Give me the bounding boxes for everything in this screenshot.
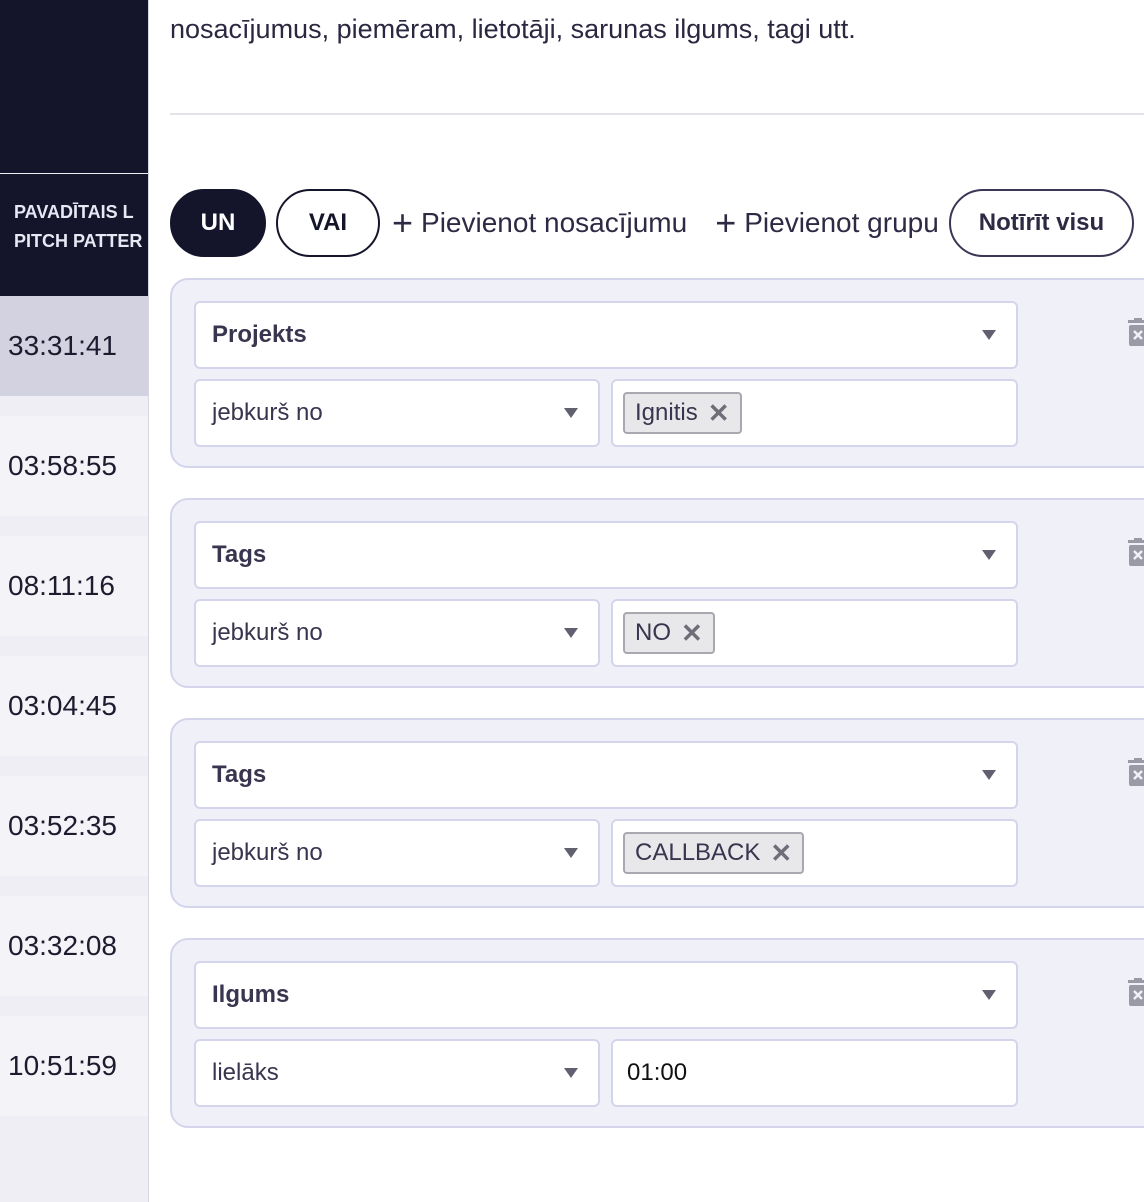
field-select-value: Projekts bbox=[212, 321, 307, 348]
table-row: 03:04:45 bbox=[0, 656, 148, 756]
table-row: 33:31:41 bbox=[0, 296, 148, 396]
chevron-down-icon bbox=[564, 1068, 578, 1078]
operator-select-value: lielāks bbox=[212, 1059, 279, 1086]
table-row: 03:32:08 bbox=[0, 896, 148, 996]
condition-group: Tags jebkurš no CALLBACK ✕ bbox=[170, 718, 1144, 908]
condition-group: Tags jebkurš no NO ✕ bbox=[170, 498, 1144, 688]
chevron-down-icon bbox=[564, 848, 578, 858]
filter-toolbar: UN VAI + Pievienot nosacījumu + Pievieno… bbox=[170, 189, 1135, 257]
column-header: PAVADĪTAIS L PITCH PATTER bbox=[0, 174, 148, 296]
clear-all-button[interactable]: Notīrīt visu bbox=[948, 189, 1135, 257]
trash-icon[interactable] bbox=[1127, 318, 1144, 346]
time-rows: 33:31:41 03:58:55 08:11:16 03:04:45 03:5… bbox=[0, 296, 148, 1136]
field-select-value: Tags bbox=[212, 761, 267, 788]
table-row: 03:52:35 bbox=[0, 776, 148, 876]
field-select[interactable]: Projekts bbox=[194, 301, 1018, 369]
operator-select[interactable]: jebkurš no bbox=[194, 599, 600, 667]
tag-label: Ignitis bbox=[635, 399, 698, 426]
column-header-line2: PITCH PATTER bbox=[14, 231, 143, 251]
add-condition-button[interactable]: + Pievienot nosacījumu bbox=[392, 205, 687, 241]
column-header-line1: PAVADĪTAIS L bbox=[14, 202, 134, 222]
operator-select-value: jebkurš no bbox=[212, 839, 323, 866]
chevron-down-icon bbox=[564, 628, 578, 638]
field-select[interactable]: Tags bbox=[194, 521, 1018, 589]
trash-icon[interactable] bbox=[1127, 538, 1144, 566]
selected-tag-chip: NO ✕ bbox=[623, 612, 715, 654]
selected-tag-chip: Ignitis ✕ bbox=[623, 392, 742, 434]
add-condition-label: Pievienot nosacījumu bbox=[421, 207, 688, 238]
tag-label: NO bbox=[635, 619, 671, 646]
chevron-down-icon bbox=[564, 408, 578, 418]
chevron-down-icon bbox=[982, 770, 996, 780]
table-row: 03:58:55 bbox=[0, 416, 148, 516]
panel-description: nosacījumus, piemēram, lietotāji, saruna… bbox=[170, 14, 856, 44]
plus-icon: + bbox=[715, 202, 737, 243]
field-select[interactable]: Tags bbox=[194, 741, 1018, 809]
tag-label: CALLBACK bbox=[635, 839, 761, 866]
table-row: 08:11:16 bbox=[0, 536, 148, 636]
trash-icon[interactable] bbox=[1127, 978, 1144, 1006]
or-toggle-button[interactable]: VAI bbox=[276, 189, 380, 257]
value-multiselect[interactable]: Ignitis ✕ bbox=[611, 379, 1018, 447]
duration-input[interactable]: 01:00 bbox=[611, 1039, 1018, 1107]
operator-select[interactable]: jebkurš no bbox=[194, 379, 600, 447]
operator-select[interactable]: jebkurš no bbox=[194, 819, 600, 887]
divider bbox=[170, 113, 1144, 115]
background-table-column: PAVADĪTAIS L PITCH PATTER 33:31:41 03:58… bbox=[0, 0, 149, 1202]
operator-select[interactable]: lielāks bbox=[194, 1039, 600, 1107]
add-group-label: Pievienot grupu bbox=[744, 207, 939, 238]
add-group-button[interactable]: + Pievienot grupu bbox=[715, 205, 939, 241]
condition-group: Ilgums lielāks 01:00 bbox=[170, 938, 1144, 1128]
trash-icon[interactable] bbox=[1127, 758, 1144, 786]
value-multiselect[interactable]: NO ✕ bbox=[611, 599, 1018, 667]
close-icon[interactable]: ✕ bbox=[770, 838, 792, 869]
selected-tag-chip: CALLBACK ✕ bbox=[623, 832, 805, 874]
condition-group: Projekts jebkurš no Ignitis ✕ bbox=[170, 278, 1144, 468]
close-icon[interactable]: ✕ bbox=[681, 618, 703, 649]
background-header-area bbox=[0, 0, 148, 173]
duration-input-value: 01:00 bbox=[627, 1059, 688, 1086]
field-select-value: Ilgums bbox=[212, 981, 290, 1008]
chevron-down-icon bbox=[982, 550, 996, 560]
table-row: 10:51:59 bbox=[0, 1016, 148, 1116]
field-select[interactable]: Ilgums bbox=[194, 961, 1018, 1029]
operator-select-value: jebkurš no bbox=[212, 399, 323, 426]
chevron-down-icon bbox=[982, 330, 996, 340]
plus-icon: + bbox=[392, 202, 414, 243]
close-icon[interactable]: ✕ bbox=[708, 398, 730, 429]
field-select-value: Tags bbox=[212, 541, 267, 568]
filter-panel: nosacījumus, piemēram, lietotāji, saruna… bbox=[150, 0, 1144, 1202]
value-multiselect[interactable]: CALLBACK ✕ bbox=[611, 819, 1018, 887]
and-toggle-button[interactable]: UN bbox=[170, 189, 266, 257]
chevron-down-icon bbox=[982, 990, 996, 1000]
operator-select-value: jebkurš no bbox=[212, 619, 323, 646]
